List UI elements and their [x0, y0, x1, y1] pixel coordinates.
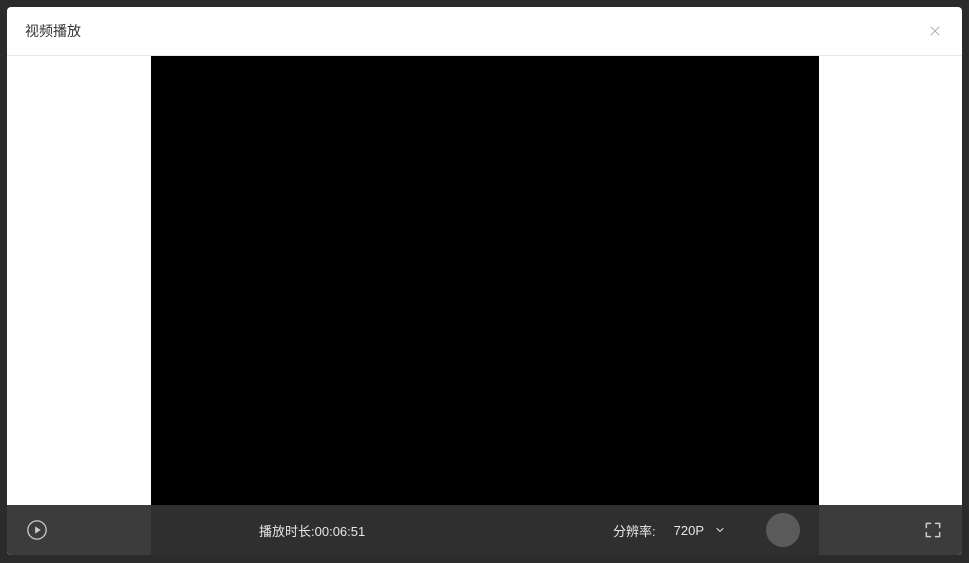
fullscreen-button[interactable] [922, 519, 944, 541]
resolution-value: 720P [674, 523, 704, 538]
resolution-group: 分辨率: 720P [613, 513, 800, 547]
settings-round-button[interactable] [766, 513, 800, 547]
video-controls-bar: 播放时长: 00:06:51 分辨率: 720P [7, 505, 962, 555]
video-player-modal: 视频播放 [7, 7, 962, 555]
duration-value: 00:06:51 [315, 524, 366, 539]
close-button[interactable] [926, 22, 944, 40]
modal-title: 视频播放 [25, 21, 81, 41]
modal-header: 视频播放 [7, 7, 962, 56]
play-button[interactable] [25, 518, 49, 542]
close-icon [928, 24, 942, 38]
play-icon [26, 519, 48, 541]
duration-label: 播放时长: [259, 521, 315, 540]
chevron-down-icon [714, 524, 726, 536]
resolution-label: 分辨率: [613, 521, 656, 540]
resolution-select[interactable]: 720P [674, 523, 726, 538]
video-canvas[interactable] [151, 56, 819, 555]
fullscreen-icon [923, 520, 943, 540]
modal-body [7, 56, 962, 555]
duration-display: 播放时长: 00:06:51 [259, 521, 365, 540]
